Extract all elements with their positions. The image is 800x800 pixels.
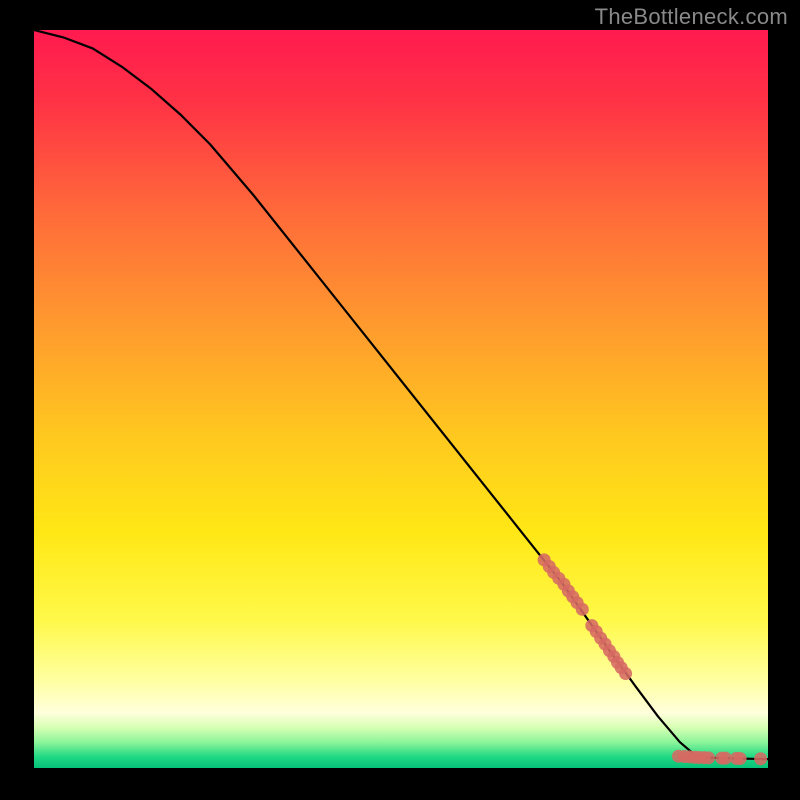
data-point bbox=[702, 751, 715, 764]
chart-stage: TheBottleneck.com bbox=[0, 0, 800, 800]
data-point bbox=[754, 752, 767, 765]
data-point bbox=[619, 667, 632, 680]
plot-area bbox=[34, 30, 768, 768]
data-point bbox=[576, 603, 589, 616]
chart-overlay bbox=[34, 30, 768, 768]
curve-line bbox=[34, 30, 768, 759]
scatter-points bbox=[538, 553, 768, 765]
data-point bbox=[734, 752, 747, 765]
watermark-text: TheBottleneck.com bbox=[595, 4, 788, 30]
